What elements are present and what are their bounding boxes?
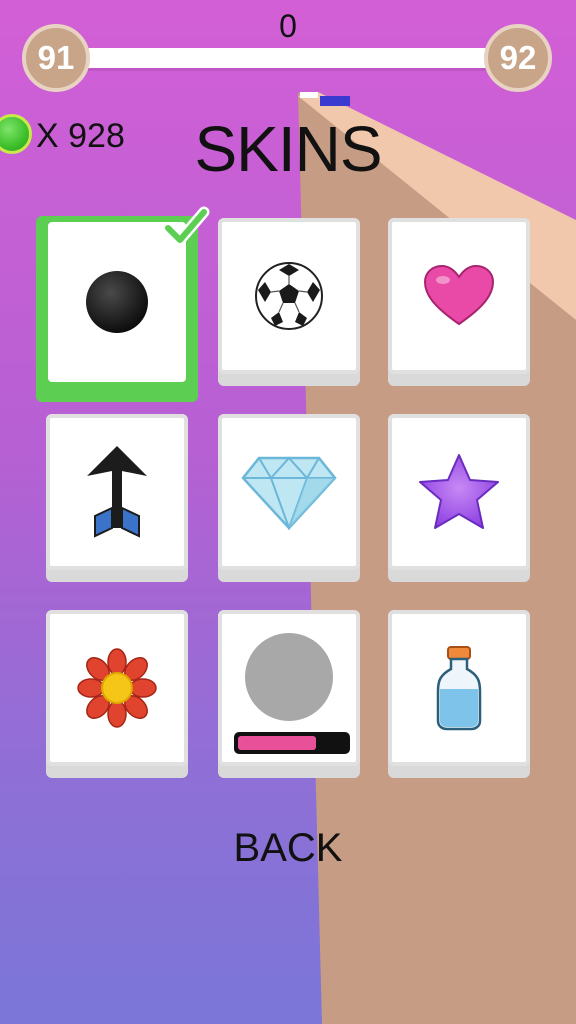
heart-icon bbox=[423, 264, 495, 326]
arrow-icon bbox=[87, 446, 147, 538]
skin-card-star[interactable] bbox=[388, 414, 530, 582]
next-level-badge: 92 bbox=[484, 24, 552, 92]
star-icon bbox=[419, 454, 499, 529]
skin-card-heart[interactable] bbox=[388, 218, 530, 386]
skin-card-bottle[interactable] bbox=[388, 610, 530, 778]
bottle-icon bbox=[436, 646, 482, 731]
soccer-ball-icon bbox=[255, 262, 323, 330]
skin-card-soccer-ball[interactable] bbox=[218, 218, 360, 386]
diamond-icon bbox=[241, 456, 337, 530]
locked-circle-icon bbox=[245, 633, 333, 721]
level-progress-bar bbox=[82, 48, 496, 68]
back-button[interactable]: BACK bbox=[0, 826, 576, 871]
selected-check-icon bbox=[162, 206, 210, 246]
unlock-progress-bar bbox=[234, 732, 350, 754]
unlock-progress-fill bbox=[238, 736, 316, 750]
black-ball-icon bbox=[86, 271, 148, 333]
skin-card-flower[interactable] bbox=[46, 610, 188, 778]
current-level-badge: 91 bbox=[22, 24, 90, 92]
skin-card-arrow[interactable] bbox=[46, 414, 188, 582]
flower-icon bbox=[77, 648, 157, 728]
page-title: SKINS bbox=[194, 113, 382, 185]
skin-card-locked[interactable] bbox=[218, 610, 360, 778]
skin-card-diamond[interactable] bbox=[218, 414, 360, 582]
